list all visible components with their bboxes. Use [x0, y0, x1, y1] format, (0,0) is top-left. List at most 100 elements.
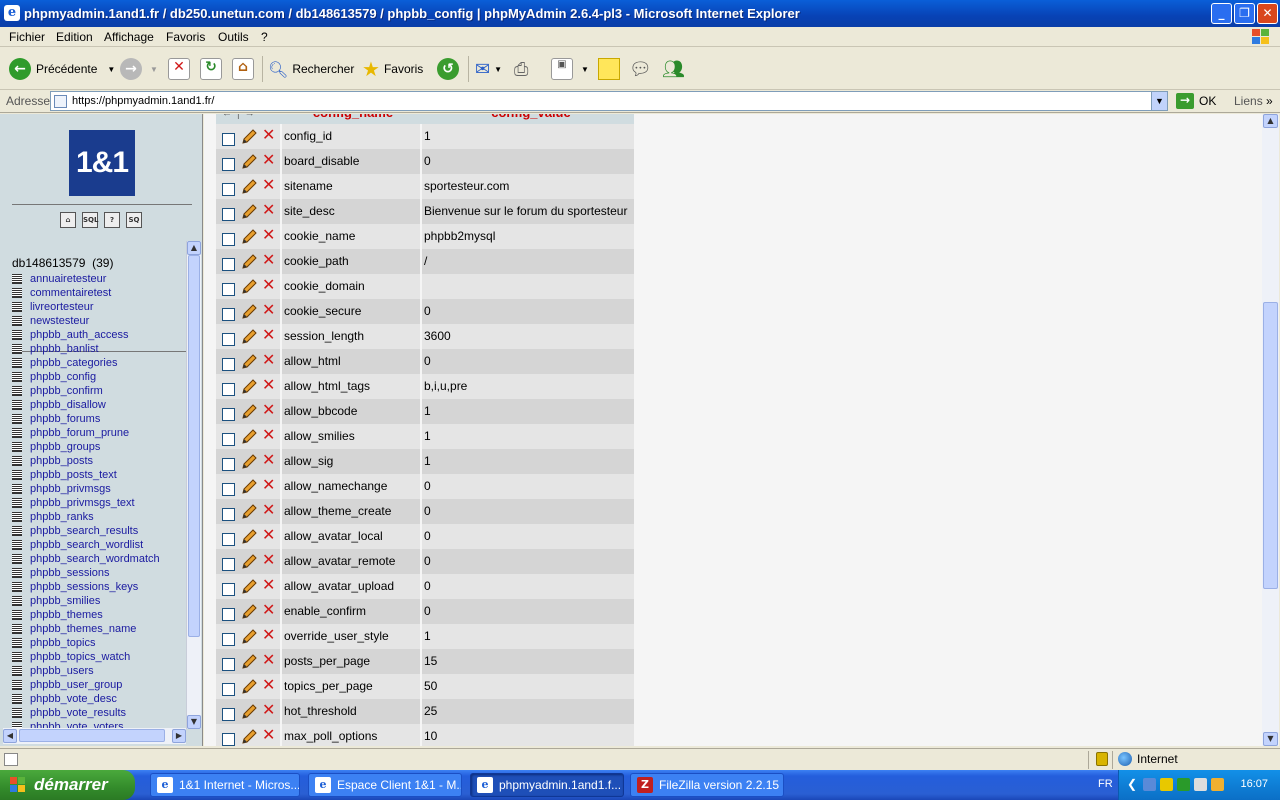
scroll-thumb[interactable]: [1263, 302, 1278, 589]
wireless-icon[interactable]: [1211, 778, 1224, 791]
table-icon[interactable]: [12, 540, 22, 550]
table-list-item[interactable]: phpbb_banlist: [12, 342, 188, 356]
pencil-icon[interactable]: [240, 654, 258, 670]
pencil-icon[interactable]: [240, 554, 258, 570]
table-link[interactable]: phpbb_topics_watch: [30, 651, 130, 663]
delete-icon[interactable]: ✕: [262, 200, 275, 219]
address-url[interactable]: https://phpmyadmin.1and1.fr/: [72, 95, 214, 107]
table-icon[interactable]: [12, 694, 22, 704]
pencil-icon[interactable]: [240, 629, 258, 645]
row-checkbox[interactable]: [222, 508, 235, 521]
pencil-icon[interactable]: [240, 329, 258, 345]
row-checkbox[interactable]: [222, 483, 235, 496]
table-link[interactable]: phpbb_banlist: [30, 343, 99, 355]
delete-icon[interactable]: ✕: [262, 225, 275, 244]
table-icon[interactable]: [12, 568, 22, 578]
table-icon[interactable]: [12, 442, 22, 452]
delete-icon[interactable]: ✕: [262, 325, 275, 344]
delete-icon[interactable]: ✕: [262, 675, 275, 694]
table-list-item[interactable]: phpbb_users: [12, 664, 188, 678]
menu-fichier[interactable]: Fichier: [9, 30, 45, 44]
table-list-item[interactable]: phpbb_search_wordlist: [12, 538, 188, 552]
table-link[interactable]: phpbb_posts: [30, 455, 93, 467]
table-list-item[interactable]: phpbb_groups: [12, 440, 188, 454]
table-list-item[interactable]: phpbb_themes: [12, 608, 188, 622]
table-list-item[interactable]: annuairetesteur: [12, 272, 188, 286]
delete-icon[interactable]: ✕: [262, 725, 275, 744]
table-link[interactable]: phpbb_confirm: [30, 385, 103, 397]
menu-affichage[interactable]: Affichage: [104, 30, 154, 44]
table-link[interactable]: phpbb_groups: [30, 441, 100, 453]
start-button[interactable]: démarrer: [0, 770, 135, 800]
pencil-icon[interactable]: [240, 129, 258, 145]
table-icon[interactable]: [12, 358, 22, 368]
language-indicator[interactable]: FR: [1098, 778, 1113, 790]
pencil-icon[interactable]: [240, 429, 258, 445]
table-link[interactable]: phpbb_config: [30, 371, 96, 383]
home-button[interactable]: ⌂: [232, 56, 254, 82]
pencil-icon[interactable]: [240, 604, 258, 620]
row-checkbox[interactable]: [222, 708, 235, 721]
chevron-down-icon[interactable]: ▼: [1151, 92, 1167, 110]
table-list-item[interactable]: phpbb_user_group: [12, 678, 188, 692]
table-link[interactable]: annuairetesteur: [30, 273, 106, 285]
table-list-item[interactable]: phpbb_sessions_keys: [12, 580, 188, 594]
pencil-icon[interactable]: [240, 254, 258, 270]
table-icon[interactable]: [12, 316, 22, 326]
delete-icon[interactable]: ✕: [262, 700, 275, 719]
chevron-down-icon[interactable]: ▼: [107, 65, 115, 74]
delete-icon[interactable]: ✕: [262, 125, 275, 144]
row-checkbox[interactable]: [222, 308, 235, 321]
links-button[interactable]: Liens »: [1234, 94, 1273, 108]
notes-button[interactable]: [598, 56, 620, 82]
pencil-icon[interactable]: [240, 504, 258, 520]
delete-icon[interactable]: ✕: [262, 175, 275, 194]
help-icon[interactable]: ?: [104, 212, 120, 228]
table-link[interactable]: phpbb_privmsgs: [30, 483, 111, 495]
row-checkbox[interactable]: [222, 558, 235, 571]
pencil-icon[interactable]: [240, 304, 258, 320]
task-button-phpmyadmin[interactable]: e phpmyadmin.1and1.f...: [470, 773, 624, 797]
table-icon[interactable]: [12, 470, 22, 480]
table-list-item[interactable]: phpbb_vote_desc: [12, 692, 188, 706]
row-checkbox[interactable]: [222, 533, 235, 546]
table-link[interactable]: livreortesteur: [30, 301, 94, 313]
pencil-icon[interactable]: [240, 529, 258, 545]
go-button[interactable]: → OK: [1176, 93, 1216, 109]
chevron-down-icon[interactable]: ▼: [581, 65, 589, 74]
task-button-1and1[interactable]: e 1&1 Internet - Micros...: [150, 773, 300, 797]
chevron-left-icon[interactable]: ❮: [1127, 777, 1137, 791]
table-icon[interactable]: [12, 708, 22, 718]
row-checkbox[interactable]: [222, 633, 235, 646]
delete-icon[interactable]: ✕: [262, 650, 275, 669]
table-list-item[interactable]: phpbb_vote_results: [12, 706, 188, 720]
column-header-config-name[interactable]: config_name: [284, 114, 422, 120]
table-list-item[interactable]: phpbb_sessions: [12, 566, 188, 580]
mail-button[interactable]: ✉ ▼: [475, 56, 502, 82]
address-input[interactable]: https://phpmyadmin.1and1.fr/ ▼: [50, 91, 1168, 111]
table-list-item[interactable]: phpbb_themes_name: [12, 622, 188, 636]
row-checkbox[interactable]: [222, 133, 235, 146]
row-checkbox[interactable]: [222, 733, 235, 746]
table-link[interactable]: phpbb_users: [30, 665, 94, 677]
warning-icon[interactable]: [1160, 778, 1173, 791]
table-link[interactable]: phpbb_posts_text: [30, 469, 117, 481]
pencil-icon[interactable]: [240, 154, 258, 170]
pencil-icon[interactable]: [240, 404, 258, 420]
table-list-item[interactable]: phpbb_posts: [12, 454, 188, 468]
home-icon[interactable]: ⌂: [60, 212, 76, 228]
network-icon[interactable]: [1143, 778, 1156, 791]
row-checkbox[interactable]: [222, 408, 235, 421]
chevron-down-icon[interactable]: ▼: [150, 65, 158, 74]
table-icon[interactable]: [12, 498, 22, 508]
table-icon[interactable]: [12, 596, 22, 606]
table-list-item[interactable]: phpbb_privmsgs_text: [12, 496, 188, 510]
delete-icon[interactable]: ✕: [262, 525, 275, 544]
delete-icon[interactable]: ✕: [262, 475, 275, 494]
scroll-thumb[interactable]: [188, 255, 200, 637]
table-list-item[interactable]: phpbb_forum_prune: [12, 426, 188, 440]
sort-arrows-icon[interactable]: ← ┬ →: [222, 114, 255, 119]
table-link[interactable]: newstesteur: [30, 315, 89, 327]
table-list-item[interactable]: phpbb_forums: [12, 412, 188, 426]
table-icon[interactable]: [12, 624, 22, 634]
